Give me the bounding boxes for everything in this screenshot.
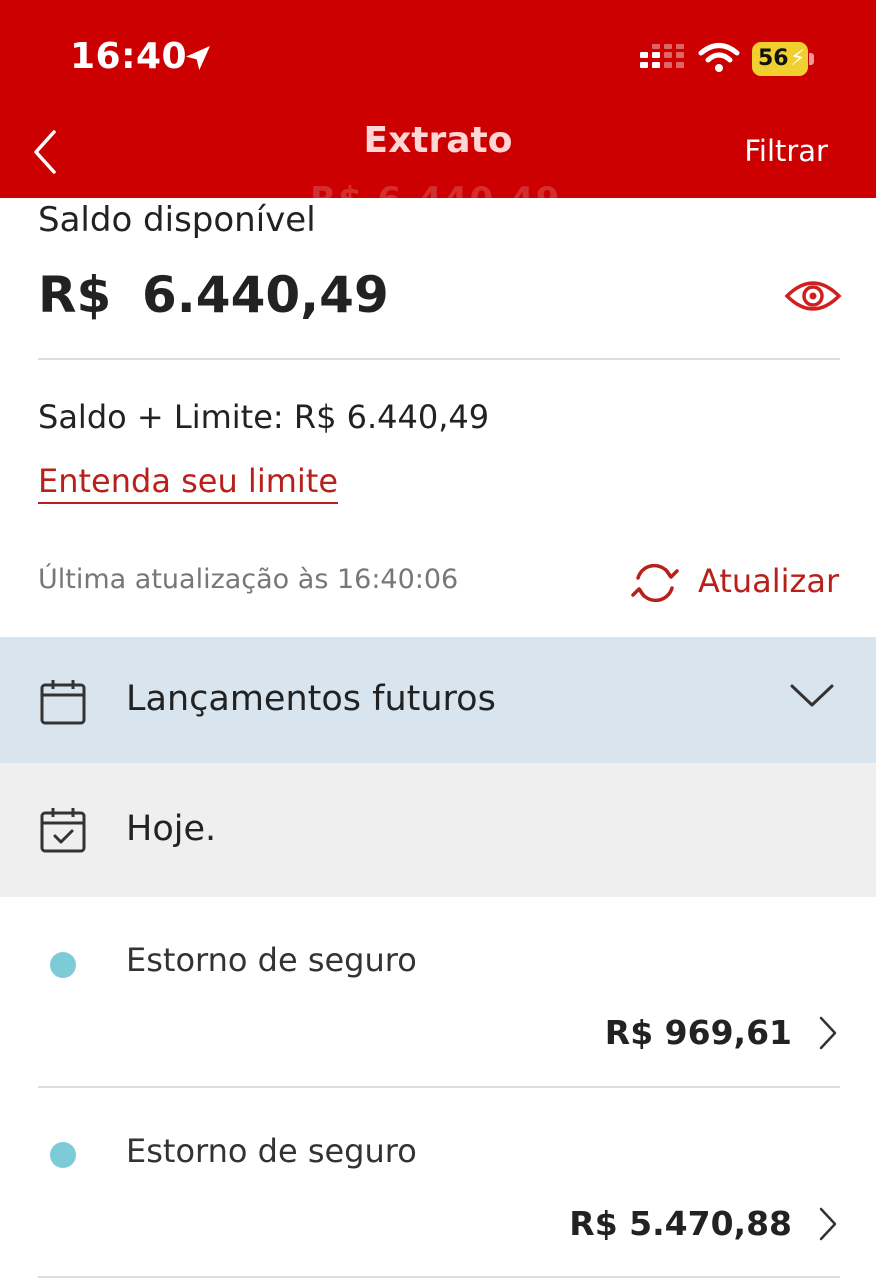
status-time: 16:40: [70, 36, 188, 77]
eye-icon[interactable]: [784, 276, 842, 316]
battery-icon: 56 ⚡: [752, 42, 814, 76]
future-entries-row[interactable]: Lançamentos futuros: [0, 637, 876, 763]
refresh-button[interactable]: Atualizar: [698, 562, 839, 600]
balance-amount: 6.440,49: [142, 266, 389, 324]
balance-label: Saldo disponível: [38, 200, 316, 240]
signal-icon: [640, 44, 684, 68]
chevron-right-icon: [819, 1016, 837, 1050]
status-dot: [50, 952, 76, 978]
today-label: Hoje.: [126, 809, 217, 849]
filter-button[interactable]: Filtrar: [744, 134, 828, 168]
divider: [38, 1276, 840, 1278]
transaction-row[interactable]: Estorno de seguro R$ 5.470,88: [0, 1088, 876, 1278]
location-arrow-icon: [186, 46, 210, 70]
collapsed-balance: R$ 6.440,49: [310, 180, 561, 198]
transaction-row[interactable]: Estorno de seguro R$ 969,61: [0, 897, 876, 1087]
top-bar: 16:40 56 ⚡ Extrato Filtrar R$ 6.440,49: [0, 0, 876, 198]
refresh-icon[interactable]: [630, 560, 680, 606]
understand-limit-link[interactable]: Entenda seu limite: [38, 460, 338, 504]
chevron-down-icon[interactable]: [788, 681, 836, 711]
balance-currency: R$: [38, 266, 112, 324]
calendar-check-icon: [40, 808, 86, 853]
transaction-amount: R$ 5.470,88: [569, 1204, 792, 1243]
bolt-icon: ⚡: [790, 46, 806, 71]
status-dot: [50, 1142, 76, 1168]
today-section-header: Hoje.: [0, 763, 876, 897]
divider: [38, 358, 840, 360]
future-entries-label: Lançamentos futuros: [126, 679, 496, 719]
transaction-amount: R$ 969,61: [604, 1013, 792, 1052]
calendar-icon: [40, 680, 86, 725]
balance-limit-text: Saldo + Limite: R$ 6.440,49: [38, 398, 490, 436]
transaction-description: Estorno de seguro: [126, 1132, 417, 1170]
transaction-description: Estorno de seguro: [126, 941, 417, 979]
chevron-right-icon: [819, 1207, 837, 1241]
wifi-icon: [698, 43, 740, 72]
last-update-text: Última atualização às 16:40:06: [38, 564, 459, 595]
